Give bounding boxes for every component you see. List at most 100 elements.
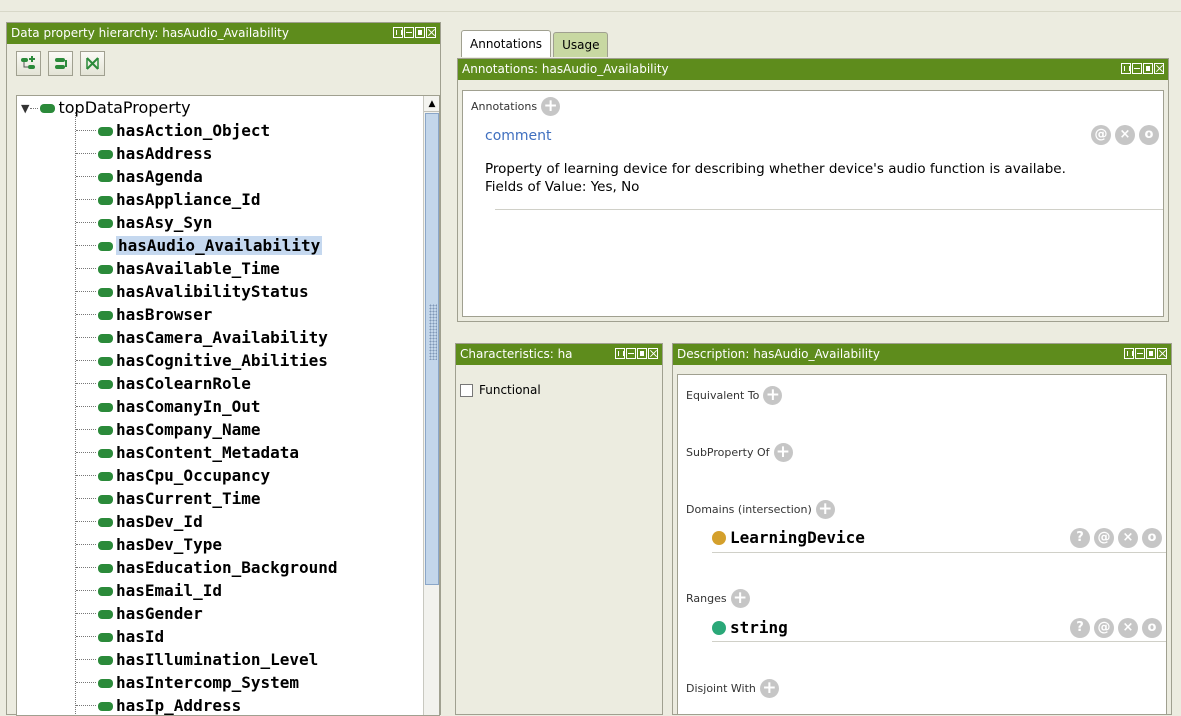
maximize-icon[interactable] (415, 27, 425, 38)
annotate-at-icon[interactable]: @ (1091, 125, 1111, 145)
explain-question-icon[interactable]: ? (1070, 528, 1090, 548)
annotate-at-icon[interactable]: @ (1094, 528, 1114, 548)
delete-icon (86, 57, 99, 70)
scroll-thumb[interactable] (425, 113, 439, 585)
tree-item-label: hasAction_Object (116, 121, 271, 140)
disjoint-with-label: Disjoint With (686, 682, 756, 695)
tree-item-hascognitive-abilities[interactable]: hasCognitive_Abilities (17, 349, 423, 372)
close-icon[interactable] (426, 27, 436, 38)
add-domain-plus-icon[interactable]: + (815, 500, 835, 519)
annotations-section-header: Annotations + (471, 97, 561, 116)
tree-connector (76, 705, 96, 706)
expanded-caret-icon[interactable]: ▼ (21, 97, 29, 120)
close-icon[interactable] (648, 348, 658, 359)
edit-circle-icon[interactable]: o (1142, 618, 1162, 638)
data-property-icon (98, 633, 113, 642)
add-range-plus-icon[interactable]: + (730, 589, 750, 608)
tree-item-hascontent-metadata[interactable]: hasContent_Metadata (17, 441, 423, 464)
tree-connector (76, 429, 96, 430)
close-icon[interactable] (1154, 63, 1164, 74)
add-annotation-plus-icon[interactable]: + (541, 97, 561, 116)
tree-item-haseducation-background[interactable]: hasEducation_Background (17, 556, 423, 579)
explain-question-icon[interactable]: ? (1070, 618, 1090, 638)
data-property-icon (98, 656, 113, 665)
close-icon[interactable] (1157, 348, 1167, 359)
property-tree: ▼ topDataProperty hasAction_Object hasAddr… (16, 95, 440, 716)
description-body: Equivalent To + SubProperty Of + Domains… (677, 374, 1167, 714)
data-property-icon (98, 702, 113, 711)
tree-item-label: hasEducation_Background (116, 558, 338, 577)
delete-x-icon[interactable]: × (1118, 618, 1138, 638)
tree-item-hasaddress[interactable]: hasAddress (17, 142, 423, 165)
minimize-icon[interactable] (1135, 348, 1145, 359)
tree-item-hasgender[interactable]: hasGender (17, 602, 423, 625)
add-disjoint-plus-icon[interactable]: + (759, 679, 779, 698)
minimize-icon[interactable] (626, 348, 636, 359)
tree-item-hasemail-id[interactable]: hasEmail_Id (17, 579, 423, 602)
tree-item-hascolearnrole[interactable]: hasColearnRole (17, 372, 423, 395)
range-entry[interactable]: string (712, 618, 788, 637)
tree-connector (30, 108, 39, 109)
tree-item-hasappliance-id[interactable]: hasAppliance_Id (17, 188, 423, 211)
minimize-icon[interactable] (1132, 63, 1142, 74)
hierarchy-titlebar: Data property hierarchy: hasAudio_Availa… (7, 23, 440, 44)
tree-item-hascpu-occupancy[interactable]: hasCpu_Occupancy (17, 464, 423, 487)
tree-item-hasdev-type[interactable]: hasDev_Type (17, 533, 423, 556)
top-strip (0, 0, 1181, 12)
class-icon (712, 530, 726, 545)
tree-scrollbar[interactable]: ▲ (423, 96, 439, 715)
minimize-icon[interactable] (404, 27, 414, 38)
data-property-icon (98, 679, 113, 688)
tree-item-hasillumination-level[interactable]: hasIllumination_Level (17, 648, 423, 671)
tree-item-hasid[interactable]: hasId (17, 625, 423, 648)
tab-usage[interactable]: Usage (553, 32, 609, 57)
tab-annotations[interactable]: Annotations (461, 30, 552, 57)
scroll-up-arrow-icon[interactable]: ▲ (424, 96, 439, 112)
annotation-property-link[interactable]: comment (485, 128, 552, 144)
delete-x-icon[interactable]: × (1118, 528, 1138, 548)
tree-item-hascurrent-time[interactable]: hasCurrent_Time (17, 487, 423, 510)
pin-icon[interactable] (1121, 63, 1131, 74)
tree-item-hascomanyin-out[interactable]: hasComanyIn_Out (17, 395, 423, 418)
maximize-icon[interactable] (1146, 348, 1156, 359)
pin-icon[interactable] (615, 348, 625, 359)
delete-property-button[interactable] (80, 51, 105, 76)
tree-connector (76, 452, 96, 453)
tree-item-hascompany-name[interactable]: hasCompany_Name (17, 418, 423, 441)
tree-root-node[interactable]: ▼ topDataProperty (17, 96, 423, 119)
tree-item-label: hasAddress (116, 144, 213, 163)
tree-item-hasip-address[interactable]: hasIp_Address (17, 694, 423, 715)
tree-item-hasintercomp-system[interactable]: hasIntercomp_System (17, 671, 423, 694)
add-equivalent-plus-icon[interactable]: + (763, 386, 783, 405)
domain-entry[interactable]: LearningDevice (712, 528, 865, 547)
tree-item-hasavalibilitystatus[interactable]: hasAvalibilityStatus (17, 280, 423, 303)
tree-item-hasaction-object[interactable]: hasAction_Object (17, 119, 423, 142)
tree-item-hasagenda[interactable]: hasAgenda (17, 165, 423, 188)
tree-item-hasaudio-availability[interactable]: hasAudio_Availability (17, 234, 423, 257)
add-subproperty-button[interactable] (16, 51, 41, 76)
functional-row[interactable]: Functional (458, 383, 660, 397)
tree-item-hasasy-syn[interactable]: hasAsy_Syn (17, 211, 423, 234)
tree-item-hasbrowser[interactable]: hasBrowser (17, 303, 423, 326)
add-sibling-property-button[interactable] (48, 51, 73, 76)
annotate-at-icon[interactable]: @ (1094, 618, 1114, 638)
data-property-icon (40, 104, 56, 113)
tree-connector (76, 636, 96, 637)
tree-connector (76, 153, 96, 154)
hierarchy-window-buttons (393, 27, 436, 38)
data-property-icon (98, 610, 113, 619)
maximize-icon[interactable] (1143, 63, 1153, 74)
tree-item-hascamera-availability[interactable]: hasCamera_Availability (17, 326, 423, 349)
tree-connector (76, 176, 96, 177)
pin-icon[interactable] (1124, 348, 1134, 359)
add-subproperty-plus-icon[interactable]: + (773, 443, 793, 462)
tree-item-hasdev-id[interactable]: hasDev_Id (17, 510, 423, 533)
maximize-icon[interactable] (637, 348, 647, 359)
pin-icon[interactable] (393, 27, 403, 38)
delete-x-icon[interactable]: × (1115, 125, 1135, 145)
edit-circle-icon[interactable]: o (1139, 125, 1159, 145)
view-tabs: Annotations Usage (461, 30, 609, 57)
tree-item-hasavailable-time[interactable]: hasAvailable_Time (17, 257, 423, 280)
functional-checkbox[interactable] (460, 383, 473, 397)
edit-circle-icon[interactable]: o (1142, 528, 1162, 548)
